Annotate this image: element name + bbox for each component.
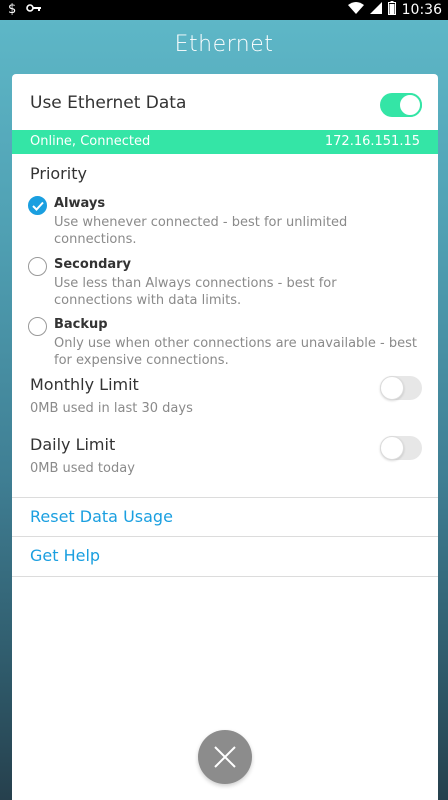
toggle-knob — [380, 436, 404, 460]
key-icon — [26, 2, 42, 17]
divider — [12, 576, 438, 577]
monthly-limit-label: Monthly Limit — [30, 375, 139, 394]
connection-status-bar: Online, Connected 172.16.151.15 — [12, 130, 438, 154]
option-title: Secondary — [54, 257, 132, 272]
close-icon — [214, 746, 236, 768]
checkmark-icon — [32, 201, 44, 211]
page-title: Ethernet — [174, 32, 274, 57]
daily-limit-toggle[interactable] — [380, 436, 422, 460]
ethernet-settings-card: Use Ethernet Data Online, Connected 172.… — [12, 74, 438, 800]
close-button[interactable] — [198, 730, 252, 784]
daily-limit-row: Daily Limit 0MB used today — [12, 435, 438, 491]
ip-address: 172.16.151.15 — [324, 134, 420, 149]
monthly-usage-text: 0MB used in last 30 days — [30, 401, 193, 416]
use-ethernet-label: Use Ethernet Data — [30, 93, 187, 113]
priority-option-secondary[interactable]: Secondary Use less than Always connectio… — [28, 255, 428, 308]
option-title: Backup — [54, 317, 108, 332]
get-help-link[interactable]: Get Help — [30, 546, 100, 565]
wifi-icon — [347, 2, 364, 18]
monthly-limit-toggle[interactable] — [380, 376, 422, 400]
signal-icon — [369, 2, 382, 18]
radio-always[interactable] — [28, 196, 47, 215]
divider — [12, 497, 438, 498]
clock: 10:36 — [401, 2, 442, 18]
reset-data-usage-link[interactable]: Reset Data Usage — [30, 507, 173, 526]
divider — [12, 536, 438, 537]
use-ethernet-row: Use Ethernet Data — [12, 74, 438, 130]
monthly-limit-row: Monthly Limit 0MB used in last 30 days — [12, 375, 438, 431]
dollar-icon: $ — [8, 2, 17, 17]
toggle-knob — [380, 376, 404, 400]
priority-option-backup[interactable]: Backup Only use when other connections a… — [28, 315, 428, 368]
option-description: Use whenever connected - best for unlimi… — [54, 215, 348, 247]
option-description: Use less than Always connections - best … — [54, 276, 337, 308]
status-bar: $ 10:36 — [0, 0, 448, 20]
priority-option-always[interactable]: Always Use whenever connected - best for… — [28, 194, 428, 247]
radio-secondary[interactable] — [28, 257, 47, 276]
daily-limit-label: Daily Limit — [30, 435, 116, 454]
priority-heading: Priority — [30, 164, 87, 183]
option-title: Always — [54, 196, 106, 211]
toggle-knob — [398, 93, 422, 117]
option-description: Only use when other connections are unav… — [54, 336, 417, 368]
connection-status-text: Online, Connected — [30, 134, 151, 149]
battery-icon — [387, 1, 396, 19]
daily-usage-text: 0MB used today — [30, 461, 135, 476]
use-ethernet-toggle[interactable] — [380, 93, 422, 117]
radio-backup[interactable] — [28, 317, 47, 336]
